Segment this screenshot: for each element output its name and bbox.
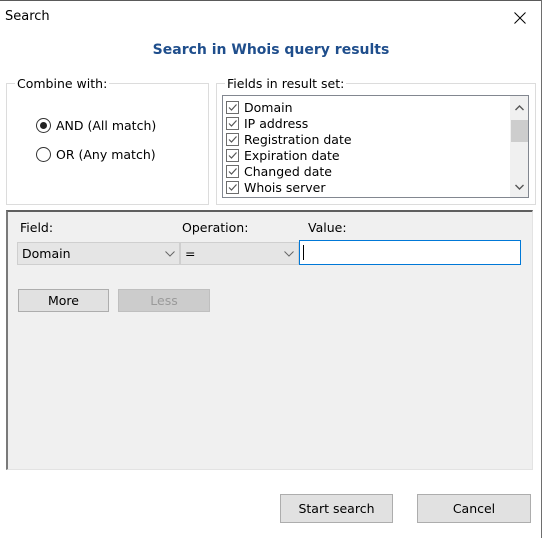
- chevron-down-icon: [514, 184, 524, 190]
- field-item-changed-date[interactable]: Changed date: [226, 163, 332, 179]
- radio-and-indicator[interactable]: [36, 118, 51, 133]
- field-item-label: Domain: [244, 99, 293, 115]
- check-icon: [228, 119, 237, 127]
- start-search-button[interactable]: Start search: [280, 494, 393, 523]
- field-select-value: Domain: [22, 246, 71, 261]
- checkbox[interactable]: [226, 148, 239, 162]
- check-icon: [228, 183, 237, 191]
- dialog-heading: Search in Whois query results: [152, 42, 390, 58]
- field-item-label: Registration date: [244, 131, 352, 147]
- field-item-domain[interactable]: Domain: [226, 99, 293, 115]
- combine-group: Combine with: AND (All match) OR (Any ma…: [6, 76, 209, 205]
- checkbox[interactable]: [226, 164, 239, 178]
- check-icon: [228, 135, 237, 143]
- value-column-label: Value:: [308, 220, 347, 235]
- check-icon: [228, 167, 237, 175]
- text-caret: [303, 245, 304, 260]
- checkbox[interactable]: [226, 180, 239, 194]
- field-item-registration-date[interactable]: Registration date: [226, 131, 352, 147]
- combine-legend: Combine with:: [15, 76, 110, 91]
- less-button[interactable]: Less: [118, 289, 210, 312]
- operation-column-label: Operation:: [182, 220, 249, 235]
- radio-and[interactable]: AND (All match): [36, 118, 156, 133]
- checkbox[interactable]: [226, 116, 239, 130]
- operation-select[interactable]: =: [180, 242, 299, 265]
- more-button[interactable]: More: [18, 289, 109, 312]
- operation-select-value: =: [185, 246, 196, 261]
- chevron-down-icon: [161, 250, 179, 257]
- field-item-label: Whois server: [244, 179, 326, 195]
- check-icon: [228, 151, 237, 159]
- close-button[interactable]: [505, 4, 535, 32]
- field-item-whois-server[interactable]: Whois server: [226, 179, 325, 195]
- field-item-label: Expiration date: [244, 147, 340, 163]
- field-column-label: Field:: [20, 220, 54, 235]
- field-item-label: Changed date: [244, 163, 332, 179]
- close-icon: [514, 12, 526, 24]
- radio-selected-dot: [40, 122, 47, 129]
- window-title: Search: [5, 9, 50, 24]
- fields-legend: Fields in result set:: [225, 76, 347, 91]
- field-item-ip-address[interactable]: IP address: [226, 115, 308, 131]
- check-icon: [228, 103, 237, 111]
- field-item-expiration-date[interactable]: Expiration date: [226, 147, 340, 163]
- radio-and-label: AND (All match): [56, 118, 157, 133]
- fields-listbox[interactable]: Domain IP address Registration date Expi…: [222, 95, 529, 198]
- checkbox[interactable]: [226, 132, 239, 146]
- field-item-label: IP address: [244, 115, 309, 131]
- radio-or-indicator[interactable]: [36, 147, 51, 162]
- criteria-panel: Field: Operation: Value: Domain = More L…: [6, 210, 533, 470]
- scroll-thumb[interactable]: [511, 120, 528, 142]
- fields-scrollbar[interactable]: [510, 96, 528, 197]
- scroll-up-button[interactable]: [510, 99, 528, 116]
- title-bar: Search: [0, 1, 541, 31]
- radio-or[interactable]: OR (Any match): [36, 147, 156, 162]
- radio-or-label: OR (Any match): [56, 147, 156, 162]
- chevron-down-icon: [280, 250, 298, 257]
- checkbox[interactable]: [226, 100, 239, 114]
- cancel-button[interactable]: Cancel: [417, 494, 531, 523]
- value-input[interactable]: [299, 240, 521, 265]
- scroll-down-button[interactable]: [510, 178, 528, 195]
- field-select[interactable]: Domain: [17, 242, 180, 265]
- chevron-up-icon: [514, 104, 524, 110]
